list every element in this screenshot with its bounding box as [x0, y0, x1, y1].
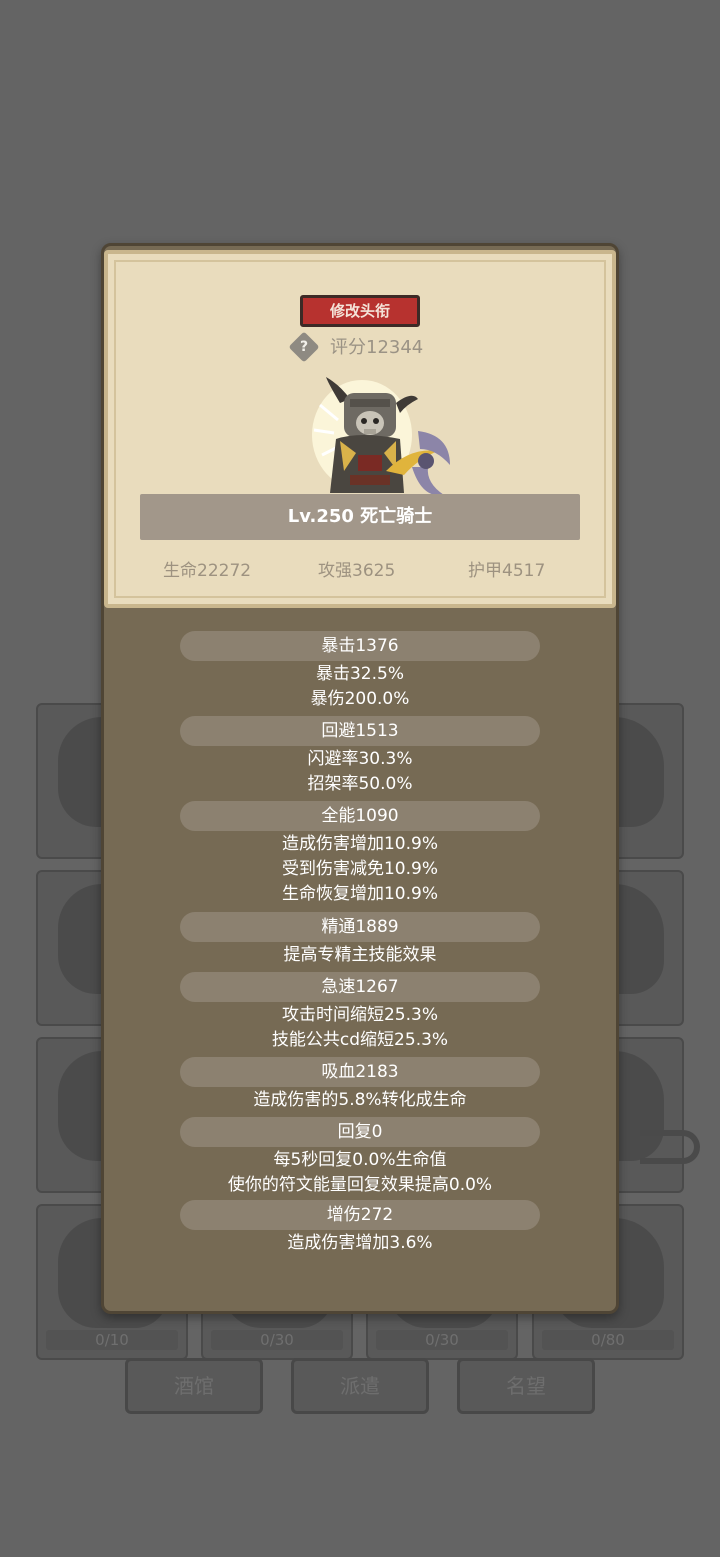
help-icon[interactable]: ?: [288, 331, 320, 363]
attr-line: 提高专精主技能效果: [283, 945, 437, 965]
edit-title-button[interactable]: 修改头衔: [300, 295, 420, 327]
attr-line: 技能公共cd缩短25.3%: [271, 1030, 449, 1050]
attr-header-damage-bonus: 增伤272: [180, 1200, 540, 1230]
attr-header-haste: 急速1267: [180, 972, 540, 1002]
attr-line: 生命恢复增加10.9%: [281, 884, 438, 904]
attr-line: 造成伤害的5.8%转化成生命: [253, 1090, 467, 1110]
reputation-button: 名望: [457, 1358, 595, 1414]
attr-header-versatility: 全能1090: [180, 801, 540, 831]
attr-line: 每5秒回复0.0%生命值: [273, 1150, 447, 1170]
stat-armor: 护甲4517: [468, 561, 546, 581]
card-count: 0/30: [376, 1330, 508, 1350]
attr-header-mastery: 精通1889: [180, 912, 540, 942]
help-glyph: ?: [299, 339, 309, 355]
dispatch-button: 派遣: [291, 1358, 429, 1414]
score-label: 评分12344: [330, 337, 424, 358]
attr-line: 暴伤200.0%: [310, 689, 410, 709]
attr-line: 招架率50.0%: [307, 774, 413, 794]
attr-line: 攻击时间缩短25.3%: [281, 1005, 438, 1025]
attr-line: 造成伤害增加3.6%: [287, 1233, 433, 1253]
attr-line: 受到伤害减免10.9%: [281, 859, 438, 879]
card-count: 0/80: [542, 1330, 674, 1350]
attr-line: 暴击32.5%: [315, 664, 404, 684]
tavern-button: 酒馆: [125, 1358, 263, 1414]
stat-attack: 攻强3625: [318, 561, 396, 581]
attr-header-crit: 暴击1376: [180, 631, 540, 661]
weapon-silhouette: [640, 1130, 700, 1164]
attr-line: 造成伤害增加10.9%: [281, 834, 438, 854]
attr-header-regen: 回复0: [180, 1117, 540, 1147]
card-count: 0/30: [211, 1330, 343, 1350]
attr-line: 使你的符文能量回复效果提高0.0%: [227, 1175, 493, 1195]
stat-hp: 生命22272: [163, 561, 252, 581]
card-count: 0/10: [46, 1330, 178, 1350]
attr-header-dodge: 回避1513: [180, 716, 540, 746]
attr-line: 闪避率30.3%: [307, 749, 413, 769]
death-knight-portrait: [312, 377, 450, 496]
hero-name-banner: Lv.250 死亡骑士: [140, 494, 580, 540]
attr-header-lifesteal: 吸血2183: [180, 1057, 540, 1087]
